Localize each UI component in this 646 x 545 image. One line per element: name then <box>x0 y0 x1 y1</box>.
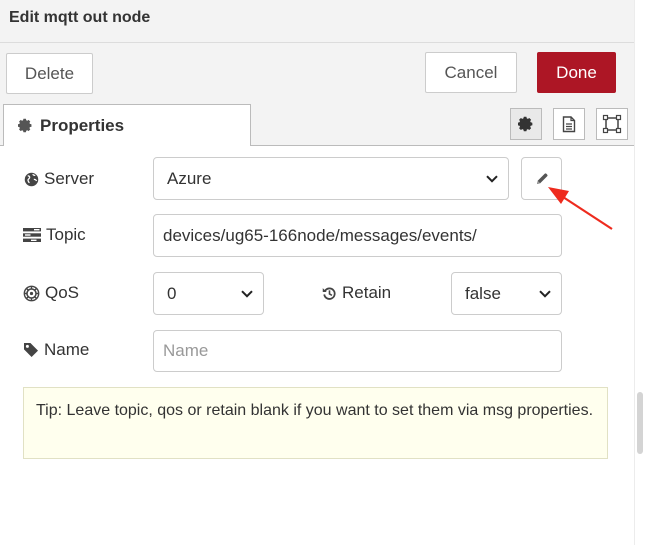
qos-select[interactable]: 0 <box>153 272 264 315</box>
globe-icon <box>24 172 39 187</box>
gear-icon <box>518 116 534 132</box>
qos-select-value: 0 <box>167 283 177 303</box>
retain-label: Retain <box>322 283 391 303</box>
server-select-value: Azure <box>167 168 212 188</box>
delete-button[interactable]: Delete <box>6 53 93 94</box>
tray-title: Edit mqtt out node <box>9 9 151 26</box>
tab-button-appearance[interactable] <box>596 108 628 140</box>
topic-input[interactable]: devices/ug65-166node/messages/events/ <box>153 214 562 257</box>
tasks-icon <box>23 228 41 242</box>
server-label-text: Server <box>44 169 95 188</box>
retain-select[interactable]: false <box>451 272 562 315</box>
topic-label: Topic <box>23 225 86 245</box>
pencil-icon <box>535 172 549 186</box>
empire-icon <box>23 285 40 302</box>
cancel-button[interactable]: Cancel <box>425 52 517 93</box>
chevron-down-icon <box>241 289 253 298</box>
topic-input-value: devices/ug65-166node/messages/events/ <box>163 225 477 245</box>
chevron-down-icon <box>539 289 551 298</box>
qos-label: QoS <box>23 283 79 303</box>
edit-server-button[interactable] <box>521 157 562 200</box>
chevron-down-icon <box>486 174 498 183</box>
gear-icon <box>18 118 33 133</box>
topic-label-text: Topic <box>46 225 86 244</box>
server-label: Server <box>24 169 94 189</box>
qos-label-text: QoS <box>45 283 80 302</box>
name-label: Name <box>23 340 89 360</box>
tab-properties[interactable]: Properties <box>3 104 251 146</box>
server-select[interactable]: Azure <box>153 157 509 200</box>
retain-select-value: false <box>465 283 501 303</box>
tray-toolbar: Delete Cancel Done <box>0 43 634 101</box>
tag-icon <box>23 342 39 358</box>
done-button[interactable]: Done <box>537 52 616 93</box>
tab-button-description[interactable] <box>553 108 585 140</box>
scrollbar-thumb[interactable] <box>637 392 643 454</box>
file-icon <box>562 115 576 133</box>
tab-properties-label: Properties <box>40 115 125 135</box>
name-input[interactable]: Name <box>153 330 562 372</box>
frame-icon <box>602 114 622 134</box>
tray-header: Edit mqtt out node <box>0 0 634 43</box>
name-label-text: Name <box>44 340 90 359</box>
retain-label-text: Retain <box>342 283 392 302</box>
scrollbar[interactable] <box>634 0 646 545</box>
tip-box: Tip: Leave topic, qos or retain blank if… <box>23 387 608 459</box>
history-icon <box>322 286 337 301</box>
tab-button-settings[interactable] <box>510 108 542 140</box>
name-input-placeholder: Name <box>163 341 209 360</box>
